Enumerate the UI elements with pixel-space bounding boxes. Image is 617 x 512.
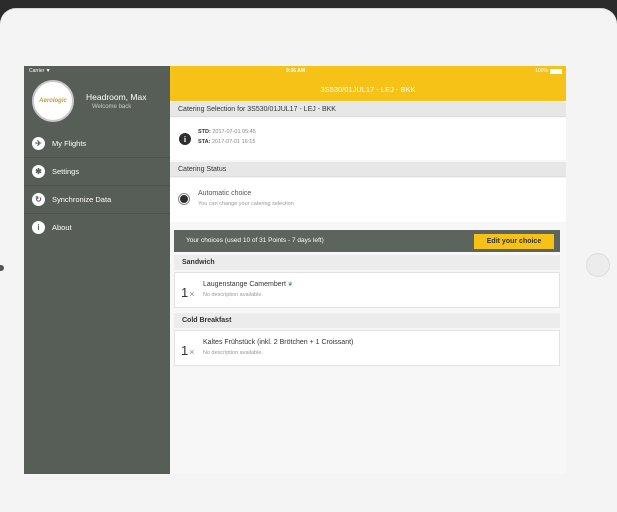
std-label: STD: [198, 129, 211, 135]
gear-icon: ✱ [32, 165, 45, 178]
choices-summary: Your choices (used 10 of 31 Points - 7 d… [186, 237, 324, 244]
times-icon: × [189, 289, 195, 299]
std-row: STD: 2017-07-01 05:45 [198, 129, 256, 135]
catering-selection-heading: Catering Selection for 3S530/01JUL17 - L… [170, 102, 566, 117]
carrier-label: Carrier ▼ [29, 68, 51, 74]
sidebar-item-synchronize-data[interactable]: ↻ Synchronize Data [24, 185, 170, 213]
edit-choice-button[interactable]: Edit your choice [474, 234, 554, 249]
sta-value: 2017-07-01 16:15 [211, 139, 256, 145]
avatar: Aerologic [32, 80, 74, 122]
sidebar-item-about[interactable]: i About [24, 213, 170, 241]
automatic-choice-label: Automatic choice [198, 190, 252, 197]
item-description: No description available. [203, 292, 263, 298]
category-cold-breakfast: Cold Breakfast [174, 313, 560, 328]
automatic-choice-radio[interactable] [178, 193, 190, 205]
list-item[interactable]: 1× Laugenstange Camembert ❦ No descriptio… [174, 272, 560, 308]
battery-icon [550, 68, 562, 74]
item-name: Kaltes Frühstück (inkl. 2 Brötchen + 1 C… [203, 339, 354, 346]
item-description: No description available. [203, 350, 263, 356]
times-icon: × [189, 347, 195, 357]
home-button[interactable] [586, 253, 610, 277]
camera [0, 265, 4, 271]
sidebar-item-label: Settings [52, 167, 80, 176]
info-icon: i [32, 221, 45, 234]
list-item[interactable]: 1× Kaltes Frühstück (inkl. 2 Brötchen + … [174, 330, 560, 366]
welcome-text: Welcome back [92, 104, 132, 110]
std-value: 2017-07-01 05:45 [212, 129, 256, 135]
catering-status-row[interactable]: Automatic choice You can change your cat… [170, 178, 566, 222]
tablet-frame: Carrier ▼ 9:36 AM 100% Aerologic Headroo… [0, 8, 617, 512]
info-icon: i [179, 133, 191, 145]
quantity-value: 1 [181, 285, 189, 300]
sta-label: STA: [198, 139, 211, 145]
sidebar: Aerologic Headroom, Max Welcome back ✈ M… [24, 66, 170, 474]
sidebar-nav: ✈ My Flights ✱ Settings ↻ Synchronize Da… [24, 129, 170, 241]
aerologic-logo: Aerologic [39, 98, 67, 104]
choices-summary-bar: Your choices (used 10 of 31 Points - 7 d… [174, 230, 560, 252]
status-bar: Carrier ▼ 9:36 AM 100% [24, 66, 566, 76]
sidebar-item-label: About [52, 223, 72, 232]
app-screen: Carrier ▼ 9:36 AM 100% Aerologic Headroo… [24, 66, 566, 474]
airplane-icon: ✈ [32, 136, 45, 150]
main-content: 3S530/01JUL17 - LEJ - BKK Catering Selec… [170, 66, 566, 474]
battery-indicator: 100% [535, 68, 562, 74]
automatic-choice-hint: You can change your catering selection [198, 201, 294, 207]
item-quantity: 1× [181, 343, 195, 358]
category-sandwich: Sandwich [174, 255, 560, 270]
catering-status-heading: Catering Status [170, 162, 566, 177]
user-name: Headroom, Max [86, 92, 147, 102]
quantity-value: 1 [181, 343, 189, 358]
sidebar-item-label: Synchronize Data [52, 195, 112, 204]
sidebar-item-settings[interactable]: ✱ Settings [24, 157, 170, 185]
battery-percent: 100% [535, 68, 548, 74]
radio-selected-dot [180, 195, 188, 203]
profile: Aerologic Headroom, Max Welcome back [24, 76, 170, 124]
sta-row: STA: 2017-07-01 16:15 [198, 139, 255, 145]
flight-times: i STD: 2017-07-01 05:45 STA: 2017-07-01 … [170, 118, 566, 160]
item-name-text: Laugenstange Camembert [203, 281, 286, 288]
page-title: 3S530/01JUL17 - LEJ - BKK [320, 85, 416, 94]
item-name: Laugenstange Camembert ❦ [203, 281, 293, 288]
item-quantity: 1× [181, 285, 195, 300]
leaf-icon: ❦ [287, 282, 293, 288]
sync-icon: ↻ [32, 193, 45, 206]
sidebar-item-my-flights[interactable]: ✈ My Flights [24, 129, 170, 157]
clock: 9:36 AM [286, 68, 305, 74]
sidebar-item-label: My Flights [52, 138, 87, 148]
